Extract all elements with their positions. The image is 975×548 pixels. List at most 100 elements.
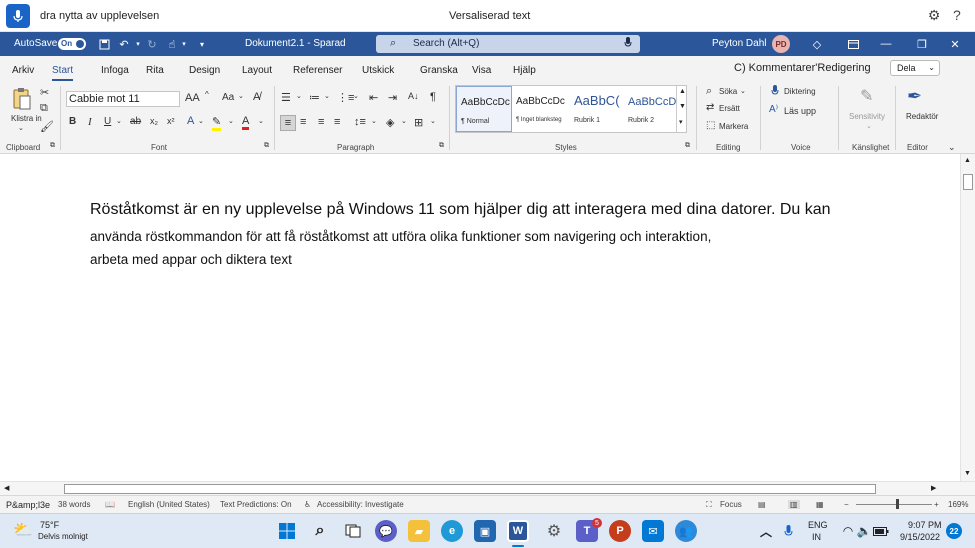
chevron-down-icon[interactable]: ⌄ [198, 117, 204, 125]
chevron-down-icon[interactable]: ⌄ [18, 124, 24, 132]
strikethrough-icon[interactable]: ab [130, 116, 141, 127]
tab-hjalp[interactable]: Hjälp [513, 65, 536, 76]
chevron-up-icon[interactable]: ▲ [964, 157, 971, 164]
font-color-icon[interactable]: A [242, 115, 250, 130]
close-icon[interactable]: ✕ [947, 36, 963, 52]
chevron-down-icon[interactable]: ⌄ [238, 92, 244, 100]
proofing-icon[interactable]: 📖 [105, 500, 115, 509]
align-center-icon[interactable]: ≡ [300, 116, 306, 128]
shading-icon[interactable]: ◈ [386, 116, 394, 129]
zoom-slider-thumb[interactable] [896, 499, 899, 509]
word-icon[interactable]: W [507, 520, 529, 542]
dictate-button[interactable]: Diktering [784, 87, 816, 96]
tab-arkiv[interactable]: Arkiv [12, 65, 34, 76]
chevron-down-icon[interactable]: ⌄ [258, 117, 264, 125]
microphone-icon[interactable] [777, 520, 799, 542]
accessibility-status[interactable]: Accessibility: Investigate [317, 500, 404, 509]
align-left-icon[interactable]: ≡ [280, 115, 296, 131]
chevron-down-icon[interactable]: ▼ [679, 103, 686, 110]
tab-infoga[interactable]: Infoga [101, 65, 129, 76]
chevron-down-icon[interactable]: ⌄ [353, 92, 359, 100]
chevron-right-icon[interactable]: ▶ [931, 484, 936, 492]
windows-start-icon[interactable] [276, 520, 298, 542]
dialog-launcher-icon[interactable]: ⧉ [439, 142, 444, 150]
sort-icon[interactable]: A↓ [408, 91, 419, 101]
zoom-slider[interactable] [856, 504, 932, 505]
task-view-icon[interactable] [342, 520, 364, 542]
help-icon[interactable]: ? [953, 7, 961, 23]
share-button[interactable]: Dela ⌄ [890, 60, 940, 76]
tab-visa[interactable]: Visa [472, 65, 491, 76]
chevron-down-icon[interactable]: ▼ [964, 470, 971, 477]
search-icon[interactable]: ⌕ [309, 520, 331, 542]
decrease-indent-icon[interactable]: ⇤ [369, 91, 378, 104]
paste-button[interactable] [10, 86, 34, 112]
chevron-left-icon[interactable]: ◀ [4, 484, 9, 492]
scrollbar-thumb[interactable] [64, 484, 876, 494]
tab-layout[interactable]: Layout [242, 65, 272, 76]
align-right-icon[interactable]: ≡ [318, 116, 324, 128]
customize-toolbar-icon[interactable]: ▾ [194, 36, 210, 52]
read-mode-icon[interactable]: ▤ [758, 500, 766, 509]
tab-referenser[interactable]: Referenser [293, 65, 342, 76]
tab-start[interactable]: Start [52, 65, 74, 81]
edge-icon[interactable]: e [441, 520, 463, 542]
change-case-button[interactable]: Aa [222, 92, 234, 103]
print-layout-icon[interactable]: ▥ [788, 500, 800, 509]
minimize-icon[interactable]: — [878, 36, 894, 52]
chevron-down-icon[interactable]: ⌄ [948, 142, 956, 153]
underline-icon[interactable]: U [104, 116, 111, 127]
horizontal-scrollbar[interactable]: ◀ ▶ [0, 481, 975, 495]
format-painter-icon[interactable]: 🖌 [40, 120, 54, 133]
settings-gear-icon[interactable]: ⚙ [543, 520, 565, 542]
avatar[interactable]: PD [772, 35, 790, 53]
teams-chat-icon[interactable]: 💬 [375, 520, 397, 542]
voice-access-mic-button[interactable] [6, 4, 30, 28]
scrollbar-thumb[interactable] [963, 174, 973, 190]
ribbon-display-icon[interactable] [845, 36, 861, 52]
language-status[interactable]: English (United States) [128, 500, 210, 509]
multilevel-list-icon[interactable]: ⋮≡ [337, 91, 354, 104]
chevron-down-icon[interactable]: ⌄ [430, 117, 436, 125]
language-indicator-top[interactable]: ENG [808, 520, 828, 530]
zoom-in-icon[interactable]: + [934, 500, 939, 509]
document-canvas[interactable]: Röståtkomst är en ny upplevelse på Windo… [0, 154, 960, 481]
cut-icon[interactable]: ✂ [40, 86, 49, 99]
highlighter-icon[interactable]: ✎ [212, 115, 222, 131]
text-effects-icon[interactable]: A [187, 115, 194, 127]
chevron-down-icon[interactable]: ⌄ [371, 117, 377, 125]
dialog-launcher-icon[interactable]: ⧉ [264, 142, 269, 150]
word-count[interactable]: 38 words [58, 500, 90, 509]
editor-button[interactable]: Redaktör [906, 112, 938, 121]
style-heading-1[interactable]: AaBbC( Rubrik 1 [570, 86, 624, 132]
read-aloud-button[interactable]: Läs upp [784, 106, 816, 116]
style-heading-2[interactable]: AaBbCcD Rubrik 2 [624, 86, 676, 132]
chevron-down-icon[interactable]: ⌄ [401, 117, 407, 125]
bold-icon[interactable]: B [69, 116, 76, 127]
dialog-launcher-icon[interactable]: ⧉ [50, 142, 55, 150]
justify-icon[interactable]: ≡ [334, 116, 340, 128]
language-indicator-bottom[interactable]: IN [812, 532, 821, 542]
chevron-down-icon[interactable]: ⌄ [228, 117, 234, 125]
style-normal[interactable]: AaBbCcDc ¶ Normal [456, 86, 512, 132]
powerpoint-icon[interactable]: P [609, 520, 631, 542]
weather-temperature[interactable]: 75°F [40, 520, 59, 530]
superscript-icon[interactable]: x² [167, 116, 175, 126]
subscript-icon[interactable]: x₂ [150, 116, 158, 126]
battery-icon[interactable] [870, 520, 892, 542]
text-predictions-status[interactable]: Text Predictions: On [220, 500, 292, 509]
style-no-spacing[interactable]: AaBbCcDc ¶ Inget blanksteg [512, 86, 570, 132]
clock-time[interactable]: 9:07 PM [908, 520, 942, 530]
sensitivity-button[interactable]: Sensitivity [849, 112, 885, 121]
comments-button[interactable]: C) Kommentarer'Redigering [734, 62, 871, 74]
page-indicator[interactable]: P&amp;l3e [6, 500, 50, 510]
touch-dropdown-icon[interactable]: ▾ [176, 36, 192, 52]
copy-icon[interactable]: ⧉ [40, 102, 48, 115]
bullets-icon[interactable]: ☰ [281, 91, 291, 104]
replace-button[interactable]: Ersätt [719, 104, 740, 113]
increase-indent-icon[interactable]: ⇥ [388, 91, 397, 104]
show-formatting-icon[interactable]: ¶ [430, 91, 436, 103]
chevron-down-icon[interactable]: ⌄ [740, 87, 746, 95]
numbering-icon[interactable]: ≔ [309, 91, 320, 104]
diamond-icon[interactable]: ◇ [809, 36, 825, 52]
